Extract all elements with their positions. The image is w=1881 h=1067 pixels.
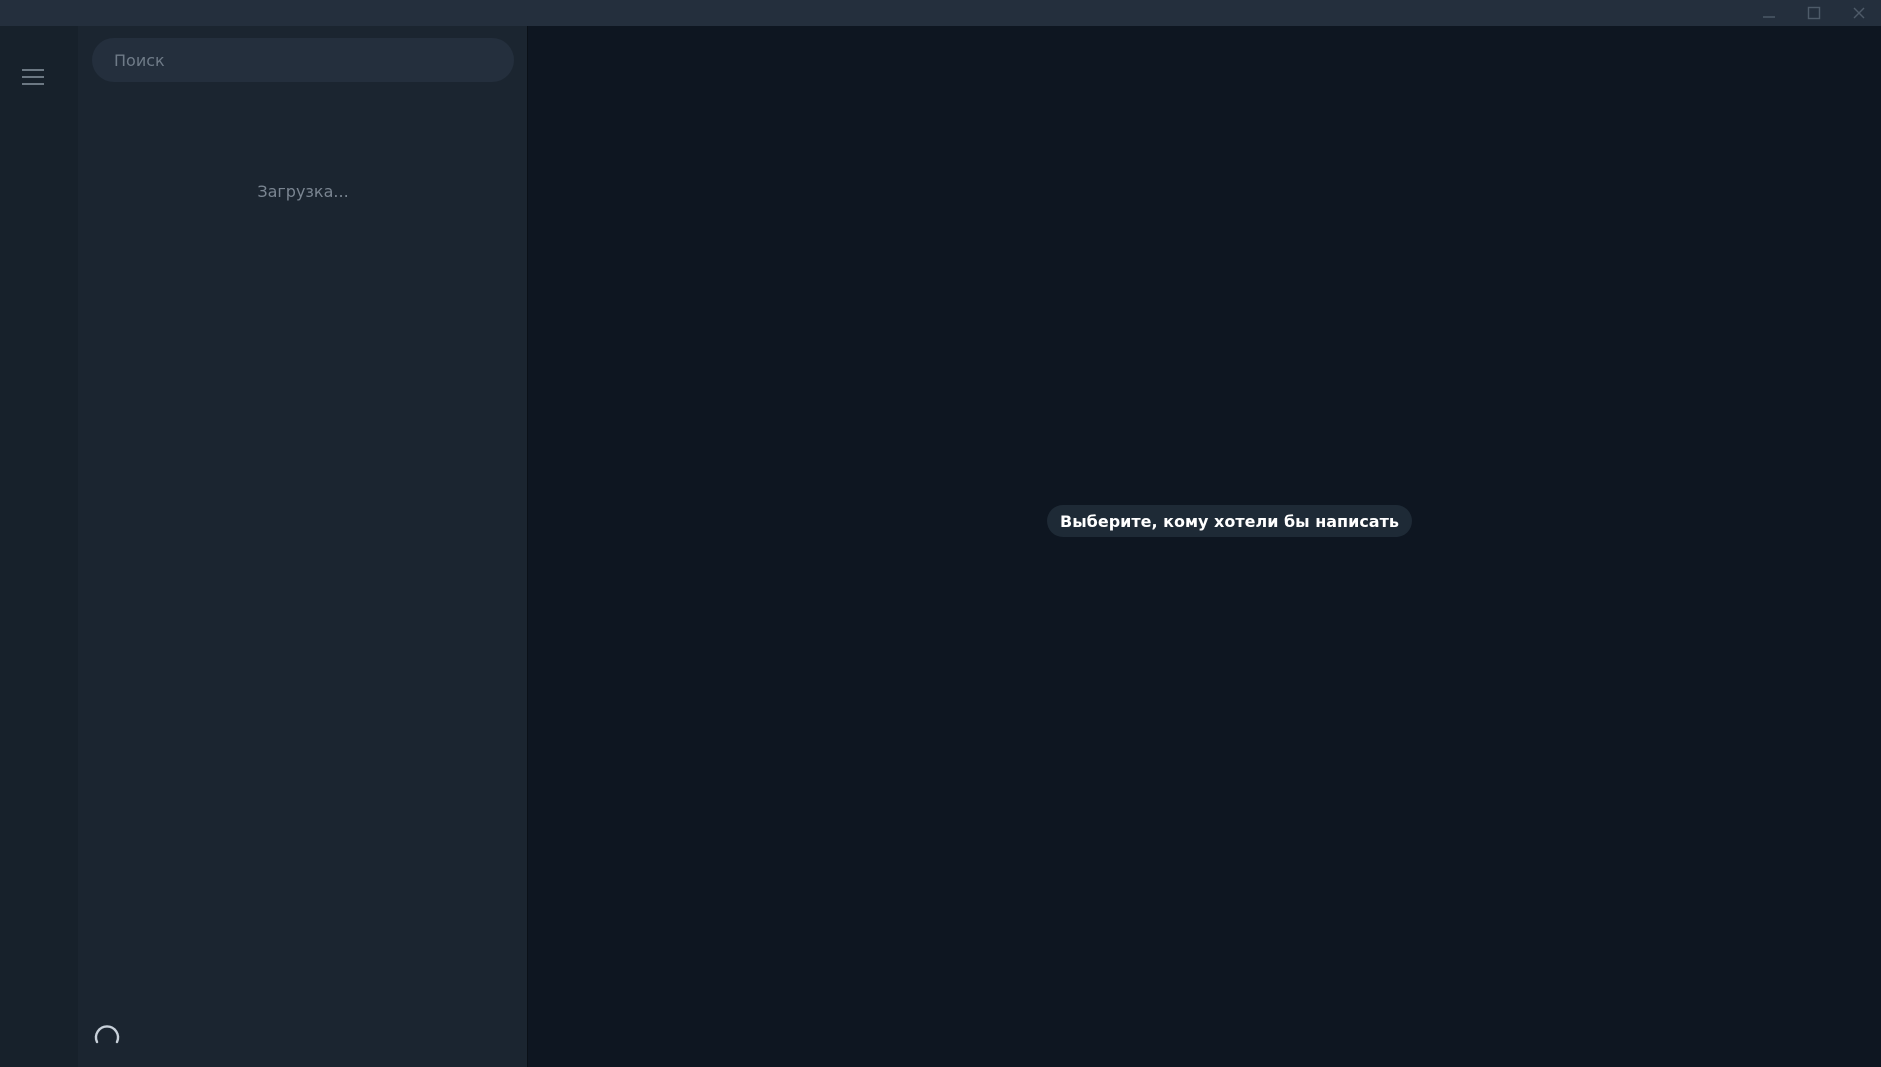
maximize-button[interactable] — [1791, 0, 1836, 26]
chat-list-panel: Загрузка... — [78, 26, 528, 1067]
search-box[interactable] — [92, 38, 514, 82]
window-controls — [1746, 0, 1881, 26]
hamburger-menu-icon — [21, 68, 45, 90]
empty-state-hint: Выберите, кому хотели бы написать — [1047, 505, 1412, 537]
loading-spinner-icon — [92, 1022, 122, 1052]
minimize-button[interactable] — [1746, 0, 1791, 26]
maximize-icon — [1807, 6, 1821, 20]
close-icon — [1852, 6, 1866, 20]
conversation-area — [529, 26, 1881, 1067]
window-titlebar[interactable] — [0, 0, 1881, 26]
main-menu-button[interactable] — [12, 58, 54, 100]
left-rail — [0, 26, 78, 1067]
search-input[interactable] — [112, 49, 494, 71]
minimize-icon — [1762, 6, 1776, 20]
loading-label: Загрузка... — [257, 182, 349, 201]
close-button[interactable] — [1836, 0, 1881, 26]
